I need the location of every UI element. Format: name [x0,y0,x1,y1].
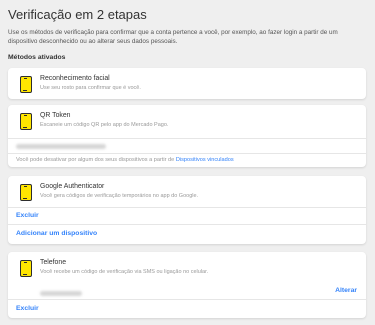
divider [8,138,366,139]
method-description: Escaneie um código QR pelo app do Mercad… [40,122,169,128]
method-name: QR Token [40,112,71,119]
method-name: Google Authenticator [40,183,105,190]
linked-devices-link[interactable]: Dispositivos vinculados [176,157,234,163]
method-card-phone: Telefone Você recebe um código de verifi… [8,252,366,318]
method-card-face[interactable]: Reconhecimento facial Use seu rosto para… [8,68,366,99]
add-device-link[interactable]: Adicionar um dispositivo [16,230,97,237]
page-title: Verificação em 2 etapas [8,7,147,22]
divider [8,207,366,208]
phone-device-icon [20,113,32,130]
divider [8,299,366,300]
method-description: Você recebe um código de verificação via… [40,269,209,275]
method-card-qr-token: QR Token Escaneie um código QR pelo app … [8,105,366,167]
divider [8,153,366,154]
blurred-phone-number [40,291,82,296]
section-title: Métodos ativados [8,54,66,61]
change-phone-link[interactable]: Alterar [335,287,357,294]
method-card-google-authenticator: Google Authenticator Você gera códigos d… [8,176,366,244]
phone-device-icon [20,76,32,93]
method-description: Use seu rosto para confirmar que é você. [40,85,141,91]
blurred-device-id [16,144,106,149]
divider [8,224,366,225]
note-text: Você pode desativar por algum dos seus d… [16,157,176,163]
delete-google-authenticator-link[interactable]: Excluir [16,212,39,219]
method-name: Reconhecimento facial [40,75,110,82]
page-intro: Use os métodos de verificação para confi… [8,29,338,45]
method-name: Telefone [40,259,67,266]
phone-device-icon [20,184,32,201]
method-description: Você gera códigos de verificação temporá… [40,193,199,199]
linked-devices-note: Você pode desativar por algum dos seus d… [16,157,234,163]
delete-phone-link[interactable]: Excluir [16,305,39,312]
phone-device-icon [20,260,32,277]
